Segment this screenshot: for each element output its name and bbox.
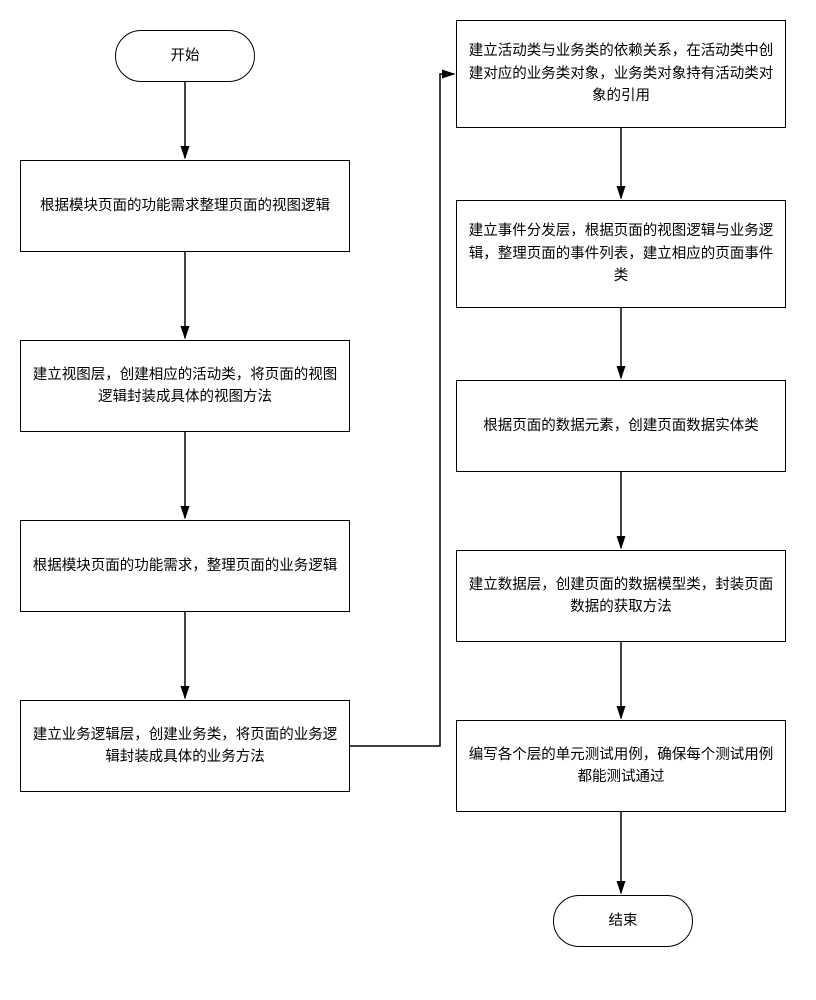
- step-6-text: 建立事件分发层，根据页面的视图逻辑与业务逻辑，整理页面的事件列表，建立相应的页面…: [463, 220, 779, 287]
- step-2: 建立视图层，创建相应的活动类，将页面的视图逻辑封装成具体的视图方法: [20, 340, 350, 432]
- end-label: 结束: [609, 910, 638, 932]
- start-label: 开始: [171, 45, 200, 67]
- end-terminator: 结束: [553, 895, 693, 947]
- step-2-text: 建立视图层，创建相应的活动类，将页面的视图逻辑封装成具体的视图方法: [27, 364, 343, 409]
- step-6: 建立事件分发层，根据页面的视图逻辑与业务逻辑，整理页面的事件列表，建立相应的页面…: [456, 200, 786, 308]
- step-4: 建立业务逻辑层，创建业务类，将页面的业务逻辑封装成具体的业务方法: [20, 700, 350, 792]
- step-3: 根据模块页面的功能需求，整理页面的业务逻辑: [20, 520, 350, 612]
- step-8: 建立数据层，创建页面的数据模型类，封装页面数据的获取方法: [456, 550, 786, 642]
- start-terminator: 开始: [115, 30, 255, 82]
- step-9-text: 编写各个层的单元测试用例，确保每个测试用例都能测试通过: [463, 744, 779, 789]
- step-5: 建立活动类与业务类的依赖关系，在活动类中创建对应的业务类对象，业务类对象持有活动…: [456, 20, 786, 128]
- step-1-text: 根据模块页面的功能需求整理页面的视图逻辑: [40, 195, 330, 217]
- step-3-text: 根据模块页面的功能需求，整理页面的业务逻辑: [33, 555, 338, 577]
- step-1: 根据模块页面的功能需求整理页面的视图逻辑: [20, 160, 350, 252]
- step-7-text: 根据页面的数据元素，创建页面数据实体类: [483, 415, 759, 437]
- step-4-text: 建立业务逻辑层，创建业务类，将页面的业务逻辑封装成具体的业务方法: [27, 724, 343, 769]
- step-5-text: 建立活动类与业务类的依赖关系，在活动类中创建对应的业务类对象，业务类对象持有活动…: [463, 40, 779, 107]
- step-9: 编写各个层的单元测试用例，确保每个测试用例都能测试通过: [456, 720, 786, 812]
- step-8-text: 建立数据层，创建页面的数据模型类，封装页面数据的获取方法: [463, 574, 779, 619]
- step-7: 根据页面的数据元素，创建页面数据实体类: [456, 380, 786, 472]
- flowchart: 开始 根据模块页面的功能需求整理页面的视图逻辑 建立视图层，创建相应的活动类，将…: [20, 20, 796, 980]
